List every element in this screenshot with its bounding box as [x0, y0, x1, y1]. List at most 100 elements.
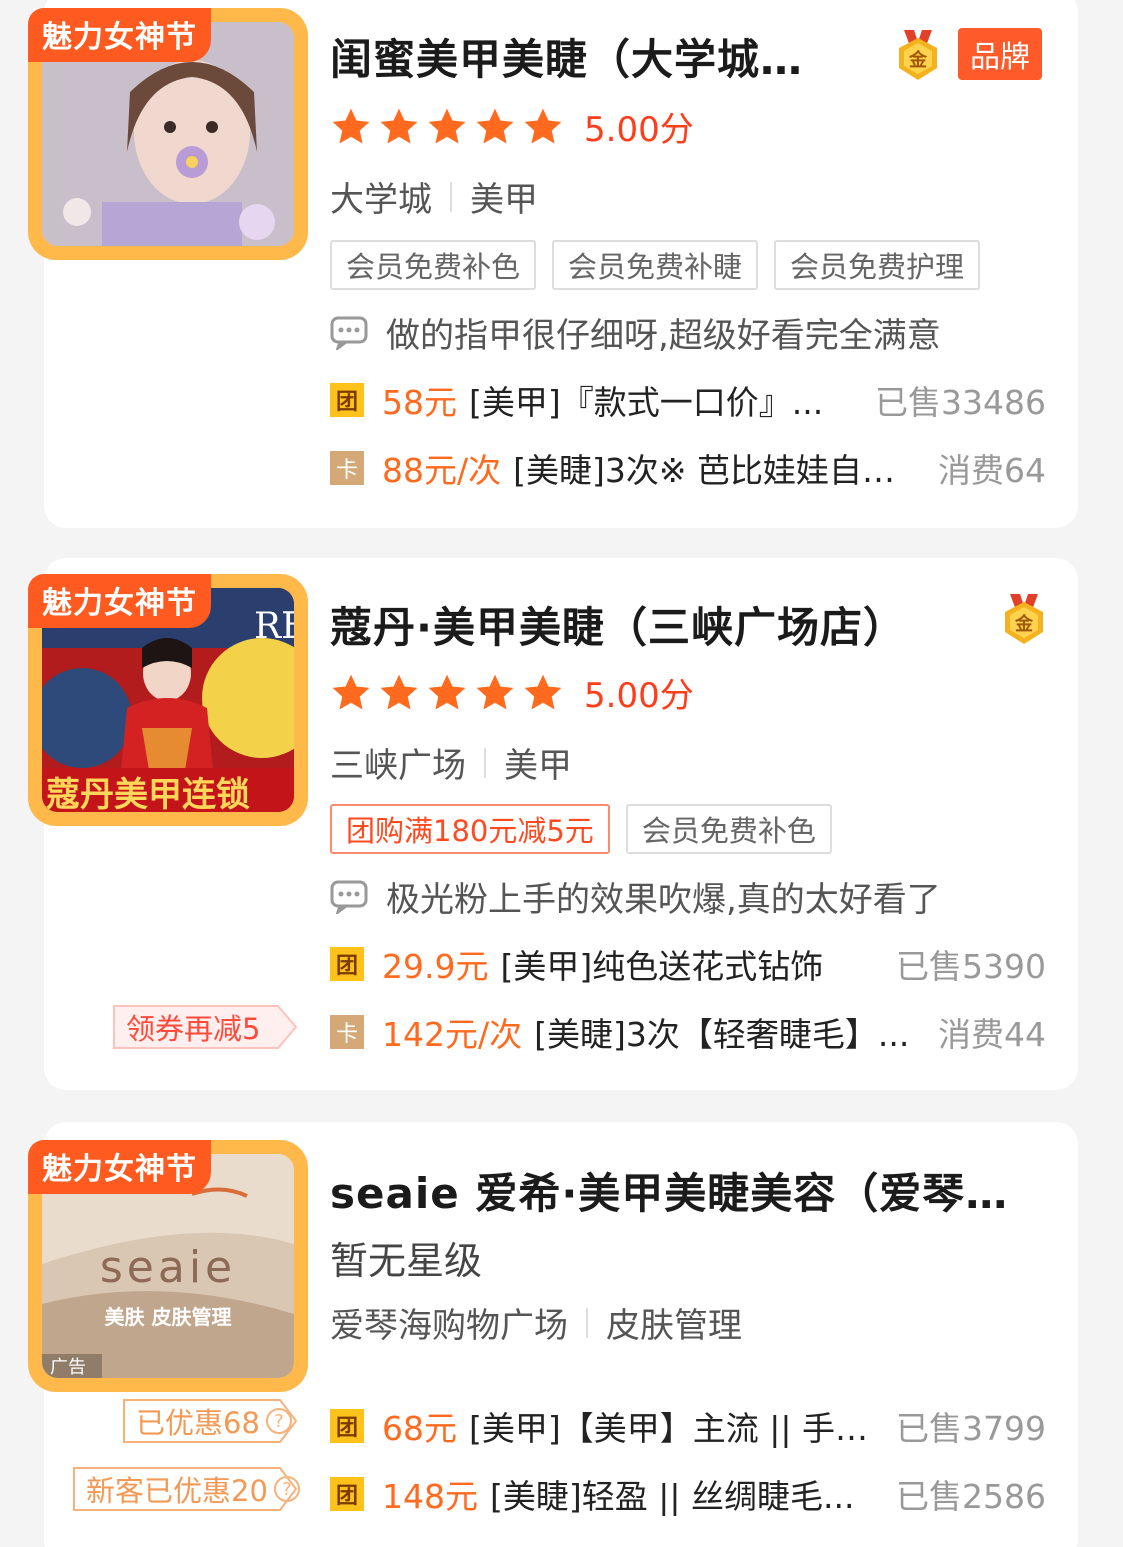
- coupon-text: 领券再减5: [126, 1012, 261, 1046]
- card-pass-icon: 卡: [330, 1015, 364, 1049]
- shop-card-2[interactable]: 蔻丹美甲连锁 RE 魅力女神节 蔻丹·美甲美睫（三峡广场店） 金 5.00分 三…: [28, 558, 1078, 1090]
- rating-score: 5.00分: [584, 676, 694, 716]
- category-label: 美甲: [504, 746, 572, 786]
- gold-medal-icon: 金: [1005, 594, 1043, 644]
- gold-medal-text: 金: [1014, 613, 1034, 635]
- deal-sold-count: 已售3799: [896, 1409, 1046, 1448]
- star-icon: [428, 108, 466, 143]
- promo-tag: 团购满180元减5元: [330, 804, 610, 854]
- shop-thumbnail-frame[interactable]: 蔻丹美甲连锁 RE 魅力女神节: [28, 574, 308, 826]
- discount-badge[interactable]: 已优惠68?: [120, 1398, 300, 1444]
- deal-row[interactable]: 团 29.9元 [美甲]纯色送花式钻饰 已售5390: [330, 940, 1046, 988]
- discount-text: 已优惠68: [136, 1406, 260, 1440]
- group-buy-icon: 团: [330, 947, 364, 981]
- gold-medal-text: 金: [908, 49, 928, 71]
- star-icon: [476, 108, 514, 143]
- deal-row[interactable]: 卡 142元/次 [美睫]3次【轻奢睫毛】... 消费44: [330, 1008, 1046, 1056]
- service-tag: 会员免费补色: [625, 804, 832, 854]
- card-pass-icon: 卡: [330, 451, 364, 485]
- area-label: 爱琴海购物广场: [330, 1306, 568, 1346]
- deal-price: 88元/次: [382, 451, 502, 490]
- star-icon: [380, 674, 418, 709]
- shop-card-3[interactable]: seaie 美肤 皮肤管理 广告 魅力女神节 seaie 爱希·美甲美睫美容（爱…: [28, 1122, 1078, 1547]
- review-text: 极光粉上手的效果吹爆,真的太好看了: [386, 880, 941, 920]
- deal-price: 148元: [382, 1477, 478, 1516]
- deal-name: [美甲]纯色送花式钻饰: [500, 947, 824, 986]
- festival-tag: 魅力女神节: [28, 8, 211, 62]
- service-tag: 会员免费补色: [330, 240, 537, 290]
- shop-title[interactable]: 闺蜜美甲美睫（大学城…: [330, 26, 850, 87]
- deal-price: 58元: [382, 383, 457, 422]
- deal-consume-count: 消费64: [938, 451, 1046, 490]
- thumbnail-subtitle: 美肤 皮肤管理: [105, 1305, 232, 1329]
- star-icon: [380, 108, 418, 143]
- deal-name: [美睫]轻盈 || 丝绸睫毛...: [490, 1477, 855, 1516]
- deal-name: [美甲]【美甲】主流 || 手…: [469, 1409, 868, 1448]
- deal-row[interactable]: 团 68元 [美甲]【美甲】主流 || 手… 已售3799: [330, 1402, 1046, 1450]
- shop-card-1[interactable]: 魅力女神节 闺蜜美甲美睫（大学城… 金 品牌 5.00分 大学城 美甲 会员免费…: [28, 0, 1078, 528]
- shop-thumbnail-frame[interactable]: 魅力女神节: [28, 8, 308, 260]
- deal-row[interactable]: 卡 88元/次 [美睫]3次※ 芭比娃娃自… 消费64: [330, 444, 1046, 492]
- shop-title[interactable]: seaie 爱希·美甲美睫美容（爱琴…: [330, 1160, 1030, 1221]
- thumbnail-caption: 蔻丹美甲连锁: [46, 775, 250, 812]
- location-row: 三峡广场 美甲: [330, 738, 572, 787]
- divider: [450, 181, 452, 212]
- help-icon[interactable]: ?: [273, 1476, 300, 1502]
- festival-tag: 魅力女神节: [28, 574, 211, 628]
- star-rating: 5.00分: [330, 102, 694, 151]
- star-icon: [476, 674, 514, 709]
- divider: [586, 1307, 588, 1338]
- chat-bubble-icon: [330, 316, 368, 350]
- deal-price: 142元/次: [382, 1015, 523, 1054]
- star-icon: [524, 674, 562, 709]
- deal-sold-count: 已售33486: [875, 383, 1046, 422]
- thumbnail-logo: seaie: [100, 1242, 236, 1293]
- rating-score: 5.00分: [584, 110, 694, 150]
- coupon-badge[interactable]: 领券再减5: [110, 1004, 300, 1050]
- category-label: 皮肤管理: [606, 1306, 742, 1346]
- chat-bubble-icon: [330, 880, 368, 914]
- area-label: 大学城: [330, 180, 432, 220]
- location-row: 大学城 美甲: [330, 172, 538, 221]
- deal-row[interactable]: 团 58元 [美甲]『款式一口价』... 已售33486: [330, 376, 1046, 424]
- ad-label: 广告: [50, 1357, 86, 1378]
- service-tag: 会员免费护理: [774, 240, 981, 290]
- review-snippet[interactable]: 做的指甲很仔细呀,超级好看完全满意: [330, 308, 941, 357]
- group-buy-icon: 团: [330, 1409, 364, 1443]
- star-rating: 5.00分: [330, 668, 694, 717]
- deal-sold-count: 已售5390: [896, 947, 1046, 986]
- service-tags: 会员免费补色 会员免费补睫 会员免费护理: [330, 240, 981, 290]
- discount-text: 新客已优惠20: [86, 1474, 268, 1508]
- area-label: 三峡广场: [330, 746, 466, 786]
- deal-price: 68元: [382, 1409, 457, 1448]
- divider: [484, 747, 486, 778]
- category-label: 美甲: [470, 180, 538, 220]
- service-tag: 会员免费补睫: [552, 240, 759, 290]
- deal-name: [美睫]3次※ 芭比娃娃自…: [513, 451, 895, 490]
- star-icon: [524, 108, 562, 143]
- festival-tag: 魅力女神节: [28, 1140, 211, 1194]
- review-snippet[interactable]: 极光粉上手的效果吹爆,真的太好看了: [330, 872, 941, 921]
- deal-sold-count: 已售2586: [896, 1477, 1046, 1516]
- star-icon: [332, 674, 370, 709]
- gold-medal-icon: 金: [899, 30, 937, 80]
- brand-badge: 品牌: [958, 28, 1042, 80]
- service-tags: 团购满180元减5元 会员免费补色: [330, 804, 832, 854]
- deal-price: 29.9元: [382, 947, 489, 986]
- thumbnail-corner-text: RE: [254, 606, 294, 647]
- discount-badge[interactable]: 新客已优惠20?: [70, 1466, 300, 1512]
- deal-name: [美睫]3次【轻奢睫毛】...: [534, 1015, 910, 1054]
- deal-consume-count: 消费44: [938, 1015, 1046, 1054]
- group-buy-icon: 团: [330, 383, 364, 417]
- deal-name: [美甲]『款式一口价』...: [469, 383, 824, 422]
- shop-title[interactable]: 蔻丹·美甲美睫（三峡广场店）: [330, 594, 950, 655]
- review-text: 做的指甲很仔细呀,超级好看完全满意: [386, 316, 941, 356]
- group-buy-icon: 团: [330, 1477, 364, 1511]
- location-row: 爱琴海购物广场 皮肤管理: [330, 1298, 742, 1347]
- no-rating-label: 暂无星级: [330, 1239, 483, 1283]
- star-icon: [332, 108, 370, 143]
- help-icon[interactable]: ?: [265, 1408, 292, 1434]
- star-icon: [428, 674, 466, 709]
- deal-row[interactable]: 团 148元 [美睫]轻盈 || 丝绸睫毛... 已售2586: [330, 1470, 1046, 1518]
- shop-thumbnail-frame[interactable]: seaie 美肤 皮肤管理 广告 魅力女神节: [28, 1140, 308, 1392]
